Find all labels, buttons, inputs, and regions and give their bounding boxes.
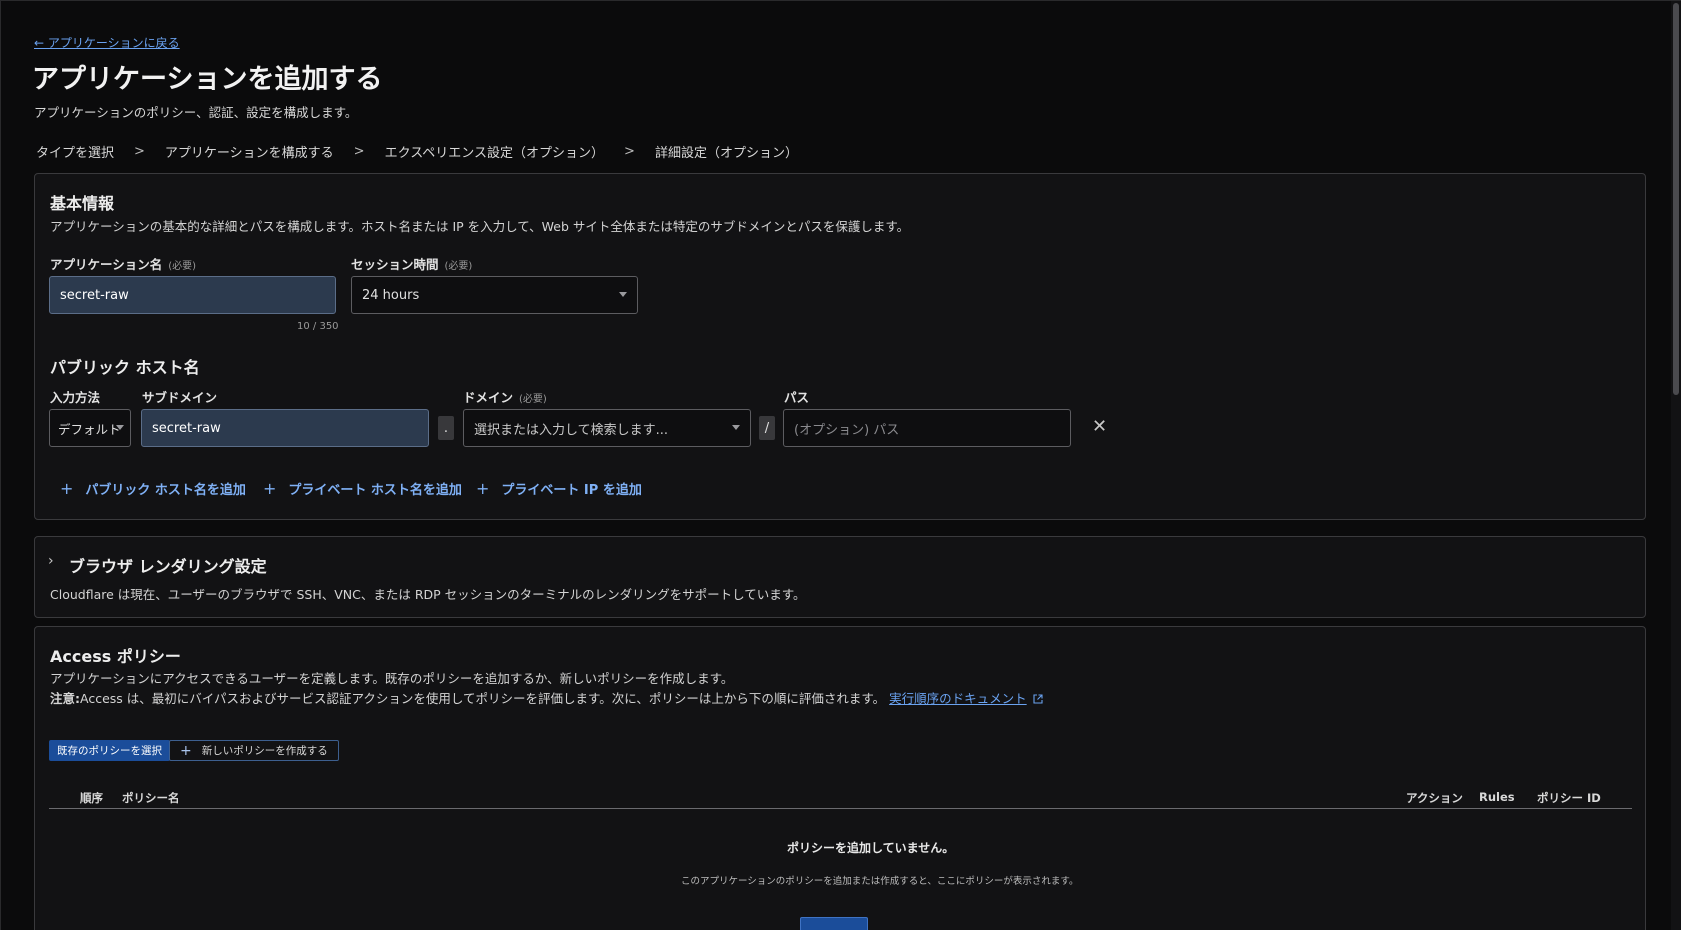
input-method-value: デフォルト [58, 421, 121, 437]
column-policy-name[interactable]: ポリシー名 [122, 790, 180, 806]
add-public-hostname-button[interactable]: + パブリック ホスト名を追加 [60, 479, 246, 498]
page-subtitle: アプリケーションのポリシー、認証、設定を構成します。 [34, 105, 358, 120]
subdomain-label: サブドメイン [142, 390, 218, 405]
required-tag: (必要) [168, 261, 197, 272]
column-action[interactable]: アクション [1406, 790, 1463, 806]
basic-info-title: 基本情報 [50, 194, 115, 213]
chevron-down-icon [732, 425, 740, 430]
step-experience-settings[interactable]: エクスペリエンス設定（オプション） [385, 142, 604, 161]
required-tag: (必要) [444, 261, 473, 272]
public-hostname-title: パブリック ホスト名 [50, 358, 200, 377]
plus-icon: + [476, 479, 490, 498]
path-label: パス [784, 390, 810, 405]
access-policy-card: Access ポリシー アプリケーションにアクセスできるユーザーを定義します。既… [34, 626, 1646, 930]
domain-select[interactable]: 選択または入力して検索します... [463, 409, 751, 447]
create-new-policy-button[interactable]: + 新しいポリシーを作成する [169, 740, 339, 761]
chevron-down-icon [116, 425, 124, 430]
slash-separator: / [759, 416, 775, 440]
empty-state-subtitle: このアプリケーションのポリシーを追加または作成すると、ここにポリシーが表示されま… [681, 876, 1079, 887]
step-advanced-settings[interactable]: 詳細設定（オプション） [655, 142, 798, 161]
path-input[interactable]: (オプション) パス [783, 409, 1071, 447]
step-separator: > [134, 144, 145, 159]
access-policy-title: Access ポリシー [50, 647, 181, 666]
browser-rendering-card[interactable]: › ブラウザ レンダリング設定 Cloudflare は現在、ユーザーのブラウザ… [34, 536, 1646, 618]
table-header-divider [49, 808, 1632, 809]
note-text: Access は、最初にバイパスおよびサービス認証アクションを使用してポリシーを… [80, 691, 886, 706]
step-configure-app[interactable]: アプリケーションを構成する [165, 142, 334, 161]
note-prefix: 注意: [50, 691, 80, 706]
chevron-down-icon [619, 292, 627, 297]
step-separator: > [624, 144, 635, 159]
page: ← アプリケーションに戻る アプリケーションを追加する アプリケーションのポリシ… [0, 0, 1681, 930]
wizard-steps: タイプを選択 > アプリケーションを構成する > エクスペリエンス設定（オプショ… [36, 142, 798, 161]
empty-state-action-button[interactable] [800, 917, 868, 930]
domain-label: ドメイン (必要) [463, 390, 547, 405]
access-policy-description: アプリケーションにアクセスできるユーザーを定義します。既存のポリシーを追加するか… [50, 671, 734, 686]
browser-rendering-title[interactable]: ブラウザ レンダリング設定 [69, 553, 267, 577]
scrollbar-thumb[interactable] [1673, 3, 1679, 395]
basic-info-card: 基本情報 アプリケーションの基本的な詳細とパスを構成します。ホスト名または IP… [34, 173, 1646, 520]
step-separator: > [353, 144, 365, 159]
add-private-hostname-button[interactable]: + プライベート ホスト名を追加 [263, 479, 462, 498]
app-name-input[interactable]: secret-raw [49, 276, 336, 314]
plus-icon: + [180, 742, 192, 759]
input-method-label: 入力方法 [50, 390, 101, 405]
column-rules[interactable]: Rules [1479, 790, 1515, 804]
column-order[interactable]: 順序 [80, 790, 103, 806]
access-policy-note: 注意:Access は、最初にバイパスおよびサービス認証アクションを使用してポリ… [50, 688, 1043, 707]
app-name-char-counter: 10 / 350 [297, 321, 339, 332]
input-method-select[interactable]: デフォルト [49, 409, 131, 447]
step-select-type[interactable]: タイプを選択 [36, 142, 114, 161]
vertical-scrollbar[interactable] [1671, 1, 1681, 930]
path-placeholder: (オプション) パス [794, 422, 900, 438]
plus-icon: + [60, 479, 74, 498]
chevron-right-icon[interactable]: › [48, 553, 54, 569]
add-private-ip-button[interactable]: + プライベート IP を追加 [476, 479, 642, 498]
empty-state-title: ポリシーを追加していません。 [787, 841, 955, 855]
browser-rendering-description: Cloudflare は現在、ユーザーのブラウザで SSH、VNC、または RD… [50, 587, 806, 602]
basic-info-description: アプリケーションの基本的な詳細とパスを構成します。ホスト名または IP を入力し… [50, 219, 910, 234]
plus-icon: + [263, 479, 277, 498]
remove-hostname-close-icon[interactable]: ✕ [1092, 416, 1107, 437]
session-duration-value: 24 hours [362, 287, 420, 303]
dot-separator: . [438, 416, 454, 440]
session-duration-select[interactable]: 24 hours [351, 276, 638, 314]
required-tag: (必要) [519, 394, 547, 405]
external-link-icon [1033, 694, 1043, 704]
subdomain-input[interactable]: secret-raw [141, 409, 429, 447]
column-policy-id[interactable]: ポリシー ID [1537, 790, 1601, 806]
domain-placeholder: 選択または入力して検索します... [474, 422, 669, 438]
app-name-label: アプリケーション名 (必要) [50, 257, 197, 272]
page-title: アプリケーションを追加する [32, 64, 383, 95]
session-duration-label: セッション時間 (必要) [351, 257, 473, 272]
back-to-applications-link[interactable]: ← アプリケーションに戻る [34, 34, 180, 51]
select-existing-policy-button[interactable]: 既存のポリシーを選択 [49, 740, 170, 761]
execution-order-docs-link[interactable]: 実行順序のドキュメント [889, 691, 1027, 706]
